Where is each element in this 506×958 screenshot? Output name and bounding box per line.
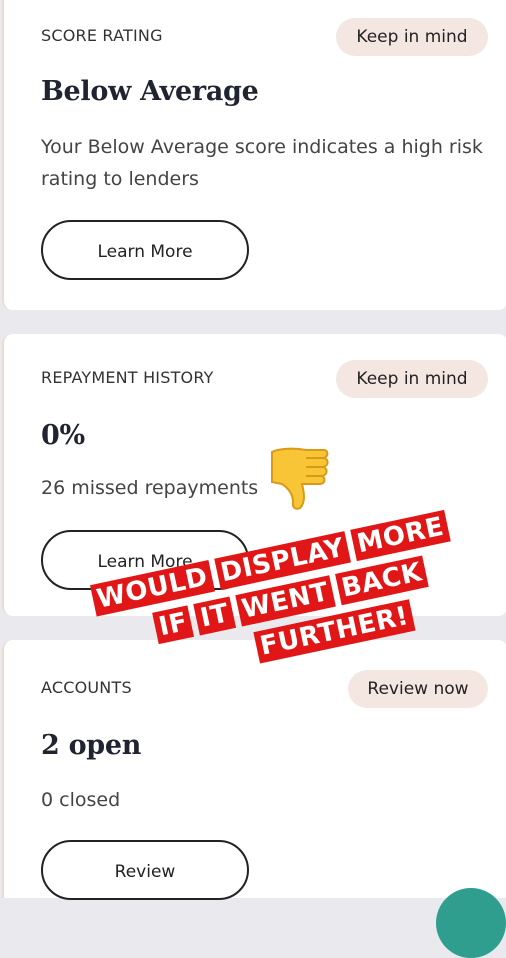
floating-action-button[interactable] xyxy=(436,888,506,958)
score-rating-label: SCORE RATING xyxy=(41,26,163,45)
review-now-badge[interactable]: Review now xyxy=(348,670,488,708)
accounts-label: ACCOUNTS xyxy=(41,678,132,697)
learn-more-button[interactable]: Learn More xyxy=(41,220,249,280)
thumbs-down-icon xyxy=(271,447,329,510)
keep-in-mind-badge[interactable]: Keep in mind xyxy=(336,360,488,398)
score-rating-value: Below Average xyxy=(41,76,259,107)
keep-in-mind-badge[interactable]: Keep in mind xyxy=(336,18,488,56)
score-rating-card: SCORE RATING Keep in mind Below Average … xyxy=(2,0,506,310)
score-rating-description: Your Below Average score indicates a hig… xyxy=(41,136,483,190)
accounts-open-count: 2 open xyxy=(41,730,142,761)
repayment-history-card: REPAYMENT HISTORY Keep in mind 0% 26 mis… xyxy=(2,334,506,616)
review-button[interactable]: Review xyxy=(41,840,249,900)
accounts-closed-count: 0 closed xyxy=(41,789,121,811)
repayment-history-value: 0% xyxy=(41,420,85,451)
repayment-history-label: REPAYMENT HISTORY xyxy=(41,368,214,387)
accounts-card: ACCOUNTS Review now 2 open 0 closed Revi… xyxy=(2,640,506,900)
learn-more-button[interactable]: Learn More xyxy=(41,530,249,590)
